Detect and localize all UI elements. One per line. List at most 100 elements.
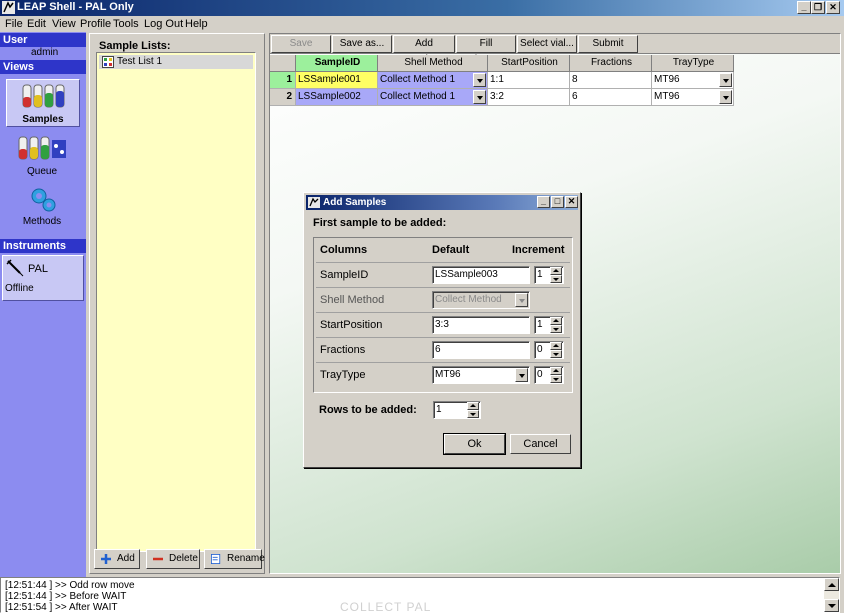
menu-tools[interactable]: Tools — [113, 18, 139, 30]
dropdown-arrow-icon[interactable] — [515, 368, 528, 382]
rows-to-add-spinner[interactable]: 1 — [433, 401, 481, 419]
vials-icon — [22, 84, 65, 108]
column-header-traytype[interactable]: TrayType — [652, 55, 734, 72]
view-queue[interactable]: Queue — [6, 132, 80, 180]
add-samples-button[interactable]: Add samples... — [393, 35, 455, 65]
instruments-header: Instruments — [0, 239, 86, 253]
spin-down-icon[interactable] — [467, 410, 479, 418]
row-label: Shell Method — [320, 294, 385, 306]
scroll-down-icon[interactable] — [824, 599, 839, 612]
startposition-field[interactable]: 3:3 — [432, 316, 530, 334]
sample-lists-pane: Sample Lists: Test List 1 Add Delete Ren… — [89, 33, 265, 574]
view-methods[interactable]: Methods — [6, 187, 80, 229]
sampleid-field[interactable]: LSSample003 — [432, 266, 530, 284]
dropdown-arrow-icon[interactable] — [719, 73, 732, 87]
table-cell-sampleid[interactable]: LSSample001 — [296, 72, 378, 89]
traytype-increment-spinner[interactable]: 0 — [534, 366, 564, 384]
rename-list-button[interactable]: Rename — [204, 549, 265, 569]
table-cell-fractions[interactable]: 8 — [570, 72, 652, 89]
table-cell-startposition[interactable]: 3:2 — [488, 89, 570, 106]
ok-button[interactable]: Ok — [443, 433, 506, 455]
table-cell-fractions[interactable]: 6 — [570, 89, 652, 106]
select-value: Collect Method — [435, 294, 502, 305]
table-cell-shell-method[interactable]: Collect Method 1 — [378, 72, 488, 89]
spin-up-icon[interactable] — [550, 342, 562, 350]
row-label: TrayType — [320, 369, 366, 381]
row-number[interactable]: 2 — [270, 89, 296, 106]
startposition-increment-spinner[interactable]: 1 — [534, 316, 564, 334]
scroll-up-icon[interactable] — [824, 578, 839, 591]
restore-button[interactable]: ❐ — [811, 1, 825, 14]
row-sampleid: SampleID LSSample003 1 — [316, 262, 570, 286]
fractions-increment-spinner[interactable]: 0 — [534, 341, 564, 359]
sample-defaults-group: Columns Default Increment SampleID LSSam… — [313, 237, 573, 393]
column-header-shell-method[interactable]: Shell Method — [378, 55, 488, 72]
log-scrollbar[interactable] — [824, 578, 839, 612]
table-cell-traytype[interactable]: MT96 — [652, 72, 734, 89]
spinner-value: 0 — [537, 369, 543, 380]
dialog-title: Add Samples — [323, 197, 387, 208]
column-header-startposition[interactable]: StartPosition — [488, 55, 570, 72]
delete-list-button[interactable]: Delete — [146, 549, 200, 569]
spin-down-icon[interactable] — [550, 275, 562, 283]
spin-up-icon[interactable] — [550, 367, 562, 375]
cancel-button[interactable]: Cancel — [510, 434, 571, 454]
view-samples[interactable]: Samples — [6, 79, 80, 127]
close-button[interactable]: ✕ — [826, 1, 840, 14]
save-as-button[interactable]: Save as... — [332, 35, 392, 53]
menu-profile[interactable]: Profile — [80, 18, 111, 30]
menu-edit[interactable]: Edit — [27, 18, 46, 30]
sample-lists-list[interactable]: Test List 1 — [96, 52, 256, 552]
submit-button[interactable]: Submit — [578, 35, 638, 53]
row-label: StartPosition — [320, 319, 383, 331]
shell-method-select[interactable]: Collect Method — [432, 291, 530, 309]
plus-icon — [101, 554, 111, 564]
instrument-pal[interactable]: PAL Offline — [2, 255, 84, 301]
select-vial-button[interactable]: Select vial... — [517, 35, 577, 53]
dropdown-arrow-icon[interactable] — [719, 90, 732, 104]
leap-app-icon — [2, 1, 15, 14]
table-cell-startposition[interactable]: 1:1 — [488, 72, 570, 89]
add-list-button[interactable]: Add — [94, 549, 140, 569]
traytype-select[interactable]: MT96 — [432, 366, 530, 384]
fill-columns-button[interactable]: Fill Columns... — [456, 35, 516, 65]
menu-file[interactable]: File — [5, 18, 23, 30]
spin-up-icon[interactable] — [550, 317, 562, 325]
spin-up-icon[interactable] — [467, 402, 479, 410]
list-item[interactable]: Test List 1 — [99, 55, 253, 69]
instrument-status: Offline — [5, 283, 34, 294]
sampleid-increment-spinner[interactable]: 1 — [534, 266, 564, 284]
grid-corner — [270, 55, 296, 72]
table-cell-sampleid[interactable]: LSSample002 — [296, 89, 378, 106]
menu-view[interactable]: View — [52, 18, 76, 30]
dropdown-arrow-icon[interactable] — [473, 73, 486, 87]
row-label: SampleID — [320, 269, 369, 281]
save-button[interactable]: Save — [271, 35, 331, 53]
minimize-button[interactable]: _ — [797, 1, 811, 14]
row-traytype: TrayType MT96 0 — [316, 362, 570, 386]
column-header-sampleid[interactable]: SampleID — [296, 55, 378, 72]
spin-up-icon[interactable] — [550, 267, 562, 275]
spin-down-icon[interactable] — [550, 375, 562, 383]
row-label: Fractions — [320, 344, 366, 356]
dialog-title-bar: Add Samples _ □ ✕ — [306, 195, 578, 210]
spin-down-icon[interactable] — [550, 325, 562, 333]
table-cell-shell-method[interactable]: Collect Method 1 — [378, 89, 488, 106]
instrument-name: PAL — [28, 263, 48, 275]
menu-help[interactable]: Help — [185, 18, 208, 30]
column-header-fractions[interactable]: Fractions — [570, 55, 652, 72]
dropdown-arrow-icon[interactable] — [473, 90, 486, 104]
dialog-heading: First sample to be added: — [313, 217, 447, 229]
log-line: [12:51:44 ] >> Odd row move — [5, 580, 135, 591]
delete-list-label: Delete — [169, 553, 198, 564]
dropdown-arrow-icon[interactable] — [515, 293, 528, 307]
title-bar: LEAP Shell - PAL Only _ ❐ ✕ — [0, 0, 844, 16]
row-number[interactable]: 1 — [270, 72, 296, 89]
menu-logout[interactable]: Log Out — [144, 18, 183, 30]
dialog-minimize-button[interactable]: _ — [537, 196, 550, 208]
spin-down-icon[interactable] — [550, 350, 562, 358]
dialog-maximize-button[interactable]: □ — [551, 196, 564, 208]
table-cell-traytype[interactable]: MT96 — [652, 89, 734, 106]
fractions-field[interactable]: 6 — [432, 341, 530, 359]
dialog-close-button[interactable]: ✕ — [565, 196, 578, 208]
